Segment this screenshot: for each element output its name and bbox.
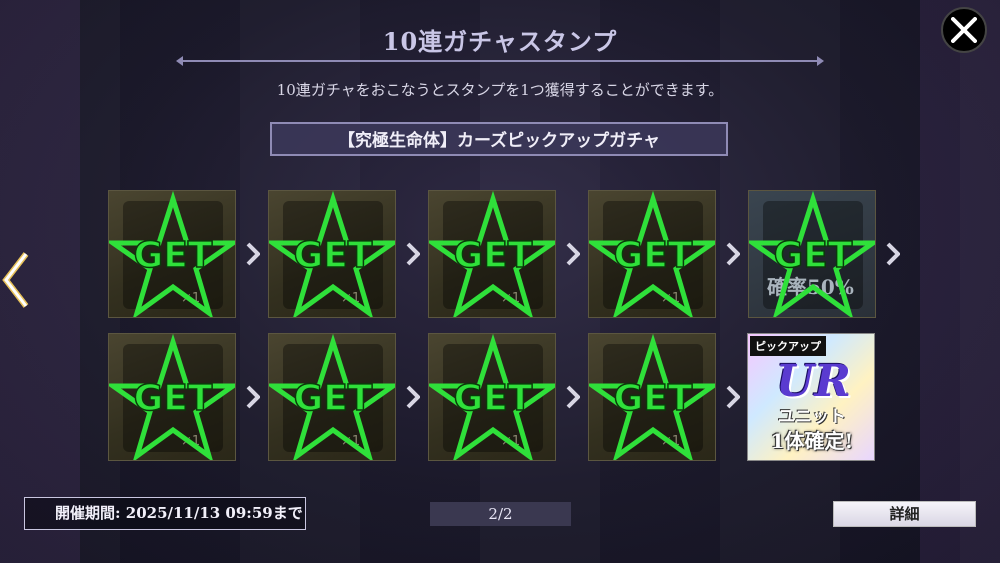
reward-line2: 1体確定!: [770, 429, 854, 453]
stamp-slot: ×1 GET: [108, 190, 236, 318]
get-label: GET: [294, 378, 373, 419]
get-label: GET: [454, 235, 533, 276]
page-indicator: 2/2: [430, 502, 571, 526]
get-star-icon: GET: [269, 191, 395, 317]
get-star-icon: GET: [269, 334, 395, 460]
subtitle: 10連ガチャをおこなうとスタンプを1つ獲得することができます。: [276, 81, 724, 99]
event-period: 開催期間: 2025/11/13 09:59まで: [24, 497, 306, 530]
reward-line1: ユニット: [778, 407, 846, 427]
chevron-right-icon: [886, 242, 900, 266]
get-star-icon: GET: [429, 334, 555, 460]
chevron-right-icon: [246, 242, 260, 266]
get-star-icon: GET: [429, 191, 555, 317]
reward-card[interactable]: ピックアップ UR ユニット 1体確定!: [747, 333, 875, 461]
get-label: GET: [454, 378, 533, 419]
rarity-label: UR: [776, 356, 851, 407]
stamp-slot: ×1 GET: [428, 333, 556, 461]
get-star-icon: GET: [109, 191, 235, 317]
stamp-slot: ×1 GET: [268, 190, 396, 318]
chevron-right-icon: [246, 385, 260, 409]
stamp-slot: 確率50% GET: [748, 190, 876, 318]
chevron-right-icon: [566, 242, 580, 266]
chevron-right-icon: [726, 385, 740, 409]
chevron-right-icon: [406, 242, 420, 266]
get-star-icon: GET: [109, 334, 235, 460]
chevron-left-icon: [2, 252, 29, 308]
previous-page-button[interactable]: [0, 250, 34, 310]
chevron-right-icon: [566, 385, 580, 409]
gacha-banner-name: 【究極生命体】カーズピックアップガチャ: [270, 122, 728, 156]
get-label: GET: [134, 235, 213, 276]
pickup-tag: ピックアップ: [750, 336, 826, 356]
get-label: GET: [614, 235, 693, 276]
get-star-icon: GET: [749, 191, 875, 317]
stamp-slot: ×1 GET: [588, 333, 716, 461]
get-label: GET: [614, 378, 693, 419]
title-divider: [176, 56, 824, 66]
get-label: GET: [134, 378, 213, 419]
get-star-icon: GET: [589, 191, 715, 317]
get-label: GET: [774, 235, 853, 276]
stamp-slot: ×1 GET: [428, 190, 556, 318]
stamp-slot: ×1 GET: [588, 190, 716, 318]
close-button[interactable]: [941, 7, 987, 53]
stamp-slot: ×1 GET: [108, 333, 236, 461]
details-button[interactable]: 詳細: [833, 501, 976, 527]
chevron-right-icon: [726, 242, 740, 266]
get-star-icon: GET: [589, 334, 715, 460]
chevron-right-icon: [406, 385, 420, 409]
get-label: GET: [294, 235, 373, 276]
page-title: 10連ガチャスタンプ: [382, 27, 618, 56]
close-icon: [951, 17, 977, 43]
stamp-slot: ×1 GET: [268, 333, 396, 461]
